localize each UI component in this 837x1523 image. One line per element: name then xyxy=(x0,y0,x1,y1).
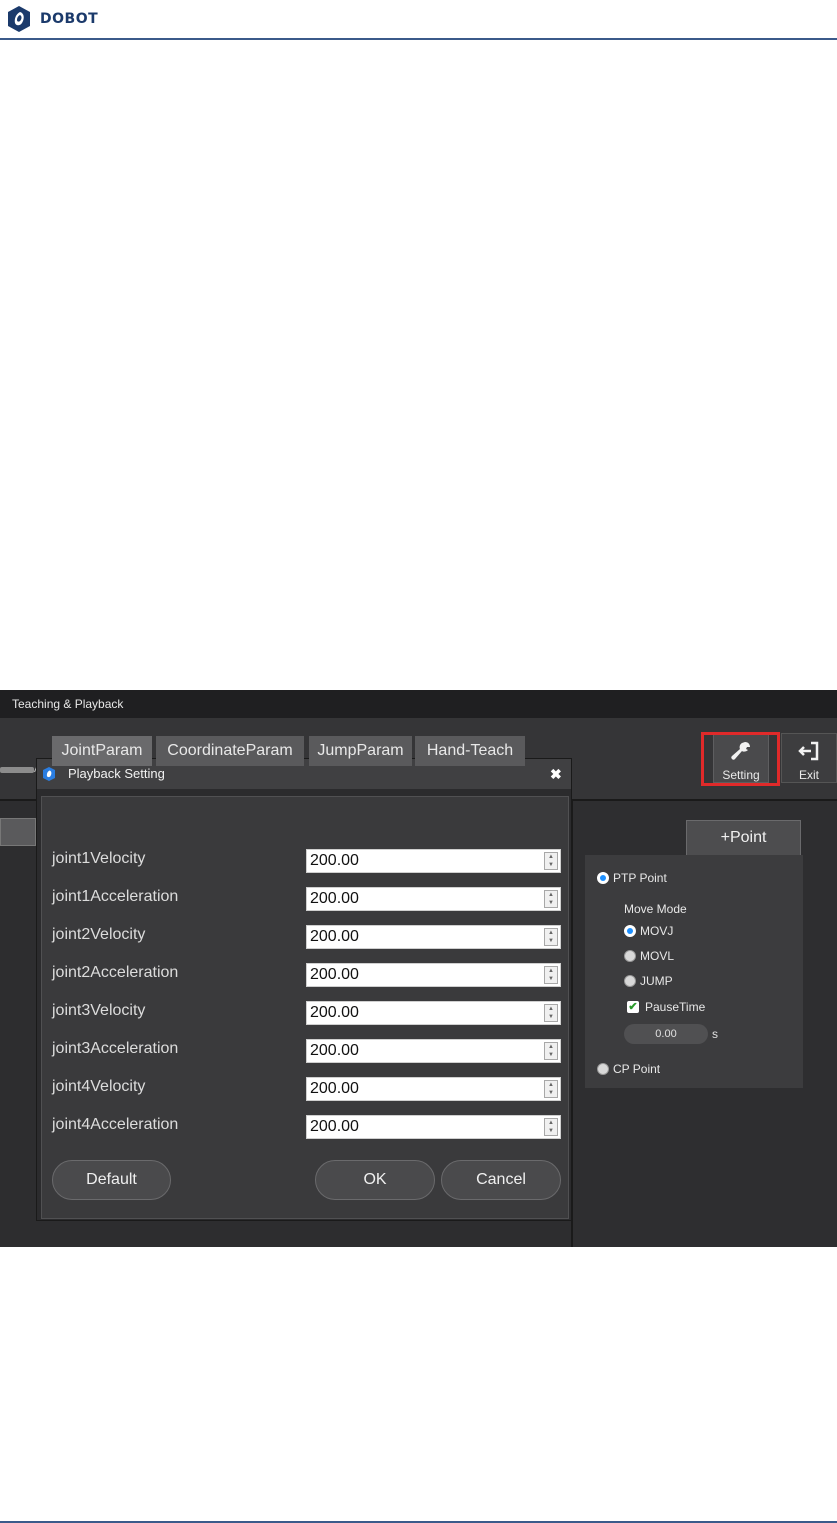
jump-label: JUMP xyxy=(640,974,673,988)
ok-button[interactable]: OK xyxy=(315,1160,435,1200)
document-header: DOBOT xyxy=(0,0,837,40)
move-mode-heading: Move Mode xyxy=(624,902,687,916)
pause-time-unit: s xyxy=(712,1027,718,1041)
spinner-arrows-icon[interactable]: ▲ ▼ xyxy=(544,1004,558,1022)
pause-time-label: PauseTime xyxy=(645,1000,706,1014)
joint1-acceleration-field[interactable]: 200.00 ▲ ▼ xyxy=(306,887,561,911)
cancel-button[interactable]: Cancel xyxy=(441,1160,561,1200)
exit-icon xyxy=(782,740,836,768)
joint4-acceleration-field[interactable]: 200.00 ▲ ▼ xyxy=(306,1115,561,1139)
movl-label: MOVL xyxy=(640,949,675,963)
joint4-acceleration-label: joint4Acceleration xyxy=(52,1116,179,1133)
speed-slider[interactable] xyxy=(0,767,34,773)
spinner-arrows-icon[interactable]: ▲ ▼ xyxy=(544,1042,558,1060)
joint3-acceleration-label: joint3Acceleration xyxy=(52,1040,179,1057)
joint4-acceleration-value: 200.00 xyxy=(310,1118,359,1135)
joint2-acceleration-label: joint2Acceleration xyxy=(52,964,179,981)
close-icon[interactable]: ✖ xyxy=(550,759,562,789)
joint3-acceleration-value: 200.00 xyxy=(310,1042,359,1059)
spinner-arrows-icon[interactable]: ▲ ▼ xyxy=(544,1080,558,1098)
exit-button[interactable]: Exit xyxy=(781,733,837,783)
movj-radio[interactable]: MOVJ xyxy=(624,924,673,938)
point-options xyxy=(585,855,803,1088)
app-title: Teaching & Playback xyxy=(0,690,837,718)
radio-unselected-icon xyxy=(624,950,636,962)
checkmark-icon: ✔ xyxy=(627,1001,639,1013)
radio-selected-icon xyxy=(624,925,636,937)
movj-label: MOVJ xyxy=(640,924,674,938)
joint4-velocity-value: 200.00 xyxy=(310,1080,359,1097)
spinner-arrows-icon[interactable]: ▲ ▼ xyxy=(544,890,558,908)
app-window: Teaching & Playback A Setting Exit +Poin… xyxy=(0,690,837,1247)
setting-highlight xyxy=(701,732,780,786)
joint1-velocity-value: 200.00 xyxy=(310,852,359,869)
tab-jointparam[interactable]: JointParam xyxy=(52,736,152,766)
jump-radio[interactable]: JUMP xyxy=(624,974,673,988)
joint2-acceleration-field[interactable]: 200.00 ▲ ▼ xyxy=(306,963,561,987)
radio-unselected-icon xyxy=(597,1063,609,1075)
spinner-arrows-icon[interactable]: ▲ ▼ xyxy=(544,1118,558,1136)
joint2-acceleration-value: 200.00 xyxy=(310,966,359,983)
joint2-velocity-label: joint2Velocity xyxy=(52,926,146,943)
dobot-logo: DOBOT xyxy=(6,5,98,33)
spinner-arrows-icon[interactable]: ▲ ▼ xyxy=(544,852,558,870)
header-rule xyxy=(0,38,837,40)
joint4-velocity-label: joint4Velocity xyxy=(52,1078,146,1095)
joint1-velocity-label: joint1Velocity xyxy=(52,850,146,867)
dobot-logo-icon xyxy=(43,767,55,781)
move-mode-label: Move Mode xyxy=(624,902,687,916)
cp-point-label: CP Point xyxy=(613,1062,661,1076)
radio-unselected-icon xyxy=(624,975,636,987)
default-button[interactable]: Default xyxy=(52,1160,171,1200)
tab-hand-teach[interactable]: Hand-Teach xyxy=(415,736,525,766)
movl-radio[interactable]: MOVL xyxy=(624,949,674,963)
brand-name: DOBOT xyxy=(40,11,99,27)
ptp-point-radio[interactable]: PTP Point xyxy=(597,871,667,885)
tab-coordinateparam[interactable]: CoordinateParam xyxy=(156,736,304,766)
spinner-arrows-icon[interactable]: ▲ ▼ xyxy=(544,966,558,984)
joint3-acceleration-field[interactable]: 200.00 ▲ ▼ xyxy=(306,1039,561,1063)
tab-jumpparam[interactable]: JumpParam xyxy=(309,736,412,766)
spinner-arrows-icon[interactable]: ▲ ▼ xyxy=(544,928,558,946)
left-panel-tab[interactable] xyxy=(0,818,36,846)
pause-time-checkbox[interactable]: ✔ PauseTime xyxy=(627,1000,705,1014)
pause-time-input[interactable]: 0.00 xyxy=(624,1024,708,1044)
radio-selected-icon xyxy=(597,872,609,884)
joint2-velocity-field[interactable]: 200.00 ▲ ▼ xyxy=(306,925,561,949)
cp-point-radio[interactable]: CP Point xyxy=(597,1062,660,1076)
joint1-acceleration-value: 200.00 xyxy=(310,890,359,907)
ptp-point-label: PTP Point xyxy=(613,871,667,885)
playback-setting-dialog: Playback Setting ✖ xyxy=(36,758,572,1221)
joint1-velocity-field[interactable]: 200.00 ▲ ▼ xyxy=(306,849,561,873)
dobot-logo-icon xyxy=(8,6,30,32)
joint3-velocity-label: joint3Velocity xyxy=(52,1002,146,1019)
joint1-acceleration-label: joint1Acceleration xyxy=(52,888,179,905)
joint2-velocity-value: 200.00 xyxy=(310,928,359,945)
joint4-velocity-field[interactable]: 200.00 ▲ ▼ xyxy=(306,1077,561,1101)
add-point-button[interactable]: +Point xyxy=(686,820,801,856)
exit-label: Exit xyxy=(798,768,819,782)
joint3-velocity-field[interactable]: 200.00 ▲ ▼ xyxy=(306,1001,561,1025)
joint3-velocity-value: 200.00 xyxy=(310,1004,359,1021)
